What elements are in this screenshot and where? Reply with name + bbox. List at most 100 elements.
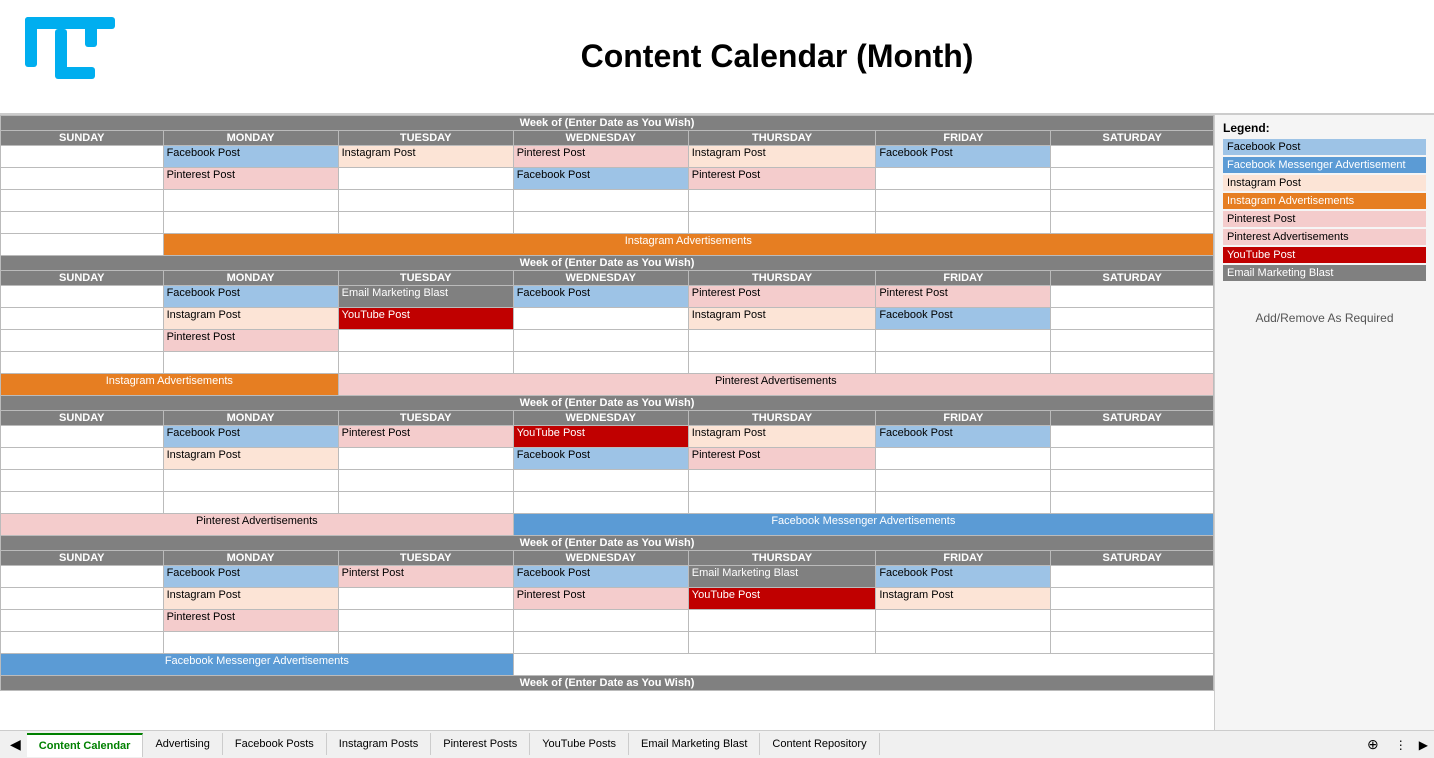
tab-content-repository[interactable]: Content Repository — [760, 733, 879, 755]
calendar-cell[interactable]: Facebook Post — [163, 146, 338, 168]
tab-instagram-posts[interactable]: Instagram Posts — [327, 733, 431, 755]
calendar-cell[interactable] — [338, 190, 513, 212]
calendar-cell[interactable]: Facebook Post — [876, 146, 1051, 168]
calendar-cell[interactable] — [163, 212, 338, 234]
calendar-cell[interactable] — [338, 168, 513, 190]
calendar-cell[interactable] — [876, 330, 1051, 352]
calendar-cell[interactable] — [1, 212, 164, 234]
calendar-cell[interactable] — [688, 330, 876, 352]
calendar-cell[interactable] — [163, 632, 338, 654]
calendar-cell[interactable] — [1051, 566, 1214, 588]
calendar-cell[interactable] — [1, 190, 164, 212]
calendar-cell[interactable] — [1051, 448, 1214, 470]
calendar-cell[interactable] — [338, 330, 513, 352]
tab-add-icon[interactable]: ⊕ — [1357, 731, 1389, 758]
calendar-cell[interactable]: Instagram Post — [338, 146, 513, 168]
calendar-cell[interactable]: YouTube Post — [688, 588, 876, 610]
calendar-cell[interactable] — [338, 492, 513, 514]
calendar-cell[interactable]: Email Marketing Blast — [688, 566, 876, 588]
calendar-cell[interactable]: Facebook Post — [513, 286, 688, 308]
calendar-cell[interactable] — [1, 492, 164, 514]
calendar-cell[interactable] — [876, 212, 1051, 234]
calendar-cell[interactable]: Instagram Post — [163, 588, 338, 610]
calendar-cell[interactable]: Instagram Post — [876, 588, 1051, 610]
calendar-cell[interactable]: Pinterest Post — [338, 426, 513, 448]
calendar-cell[interactable] — [338, 352, 513, 374]
calendar-cell[interactable]: Pinterest Post — [513, 146, 688, 168]
calendar-cell[interactable] — [876, 190, 1051, 212]
calendar-cell[interactable] — [1, 448, 164, 470]
calendar-cell[interactable] — [1, 352, 164, 374]
calendar-cell[interactable] — [1051, 146, 1214, 168]
calendar-cell[interactable]: Pinterest Post — [688, 448, 876, 470]
calendar-cell[interactable] — [1, 610, 164, 632]
calendar-cell[interactable] — [876, 632, 1051, 654]
calendar-cell[interactable] — [688, 632, 876, 654]
calendar-cell[interactable] — [1051, 610, 1214, 632]
calendar-cell[interactable] — [1, 168, 164, 190]
calendar-cell[interactable]: Instagram Post — [163, 308, 338, 330]
calendar-cell[interactable] — [1051, 632, 1214, 654]
tab-email-marketing-blast[interactable]: Email Marketing Blast — [629, 733, 760, 755]
calendar-cell[interactable] — [876, 610, 1051, 632]
calendar-cell[interactable]: Instagram Post — [688, 146, 876, 168]
calendar-cell[interactable] — [163, 492, 338, 514]
calendar-cell[interactable]: Instagram Post — [688, 308, 876, 330]
calendar-cell[interactable]: Email Marketing Blast — [338, 286, 513, 308]
calendar-cell[interactable]: Pinterest Post — [163, 168, 338, 190]
calendar-cell[interactable] — [163, 352, 338, 374]
calendar-cell[interactable]: Facebook Post — [163, 566, 338, 588]
tab-pinterest-posts[interactable]: Pinterest Posts — [431, 733, 530, 755]
calendar-cell[interactable] — [688, 190, 876, 212]
calendar-cell[interactable] — [1, 632, 164, 654]
calendar-cell[interactable]: Instagram Post — [163, 448, 338, 470]
calendar-cell[interactable]: Facebook Post — [876, 426, 1051, 448]
calendar-cell[interactable]: Pinterest Post — [513, 588, 688, 610]
calendar-cell[interactable] — [876, 448, 1051, 470]
calendar-cell[interactable] — [876, 492, 1051, 514]
calendar-cell[interactable] — [1051, 492, 1214, 514]
calendar-cell[interactable] — [338, 448, 513, 470]
calendar-cell[interactable]: Facebook Post — [876, 308, 1051, 330]
calendar-cell[interactable] — [1, 566, 164, 588]
calendar-cell[interactable]: Pinterest Post — [688, 168, 876, 190]
calendar-cell[interactable] — [1, 146, 164, 168]
tab-facebook-posts[interactable]: Facebook Posts — [223, 733, 327, 755]
calendar-cell[interactable]: Pinterest Post — [876, 286, 1051, 308]
calendar-cell[interactable] — [688, 352, 876, 374]
calendar-cell[interactable] — [1051, 190, 1214, 212]
calendar-cell[interactable] — [876, 352, 1051, 374]
calendar-cell[interactable]: Facebook Post — [513, 168, 688, 190]
tab-content-calendar[interactable]: Content Calendar — [27, 733, 144, 757]
tab-youtube-posts[interactable]: YouTube Posts — [530, 733, 629, 755]
calendar-cell[interactable] — [1, 330, 164, 352]
calendar-cell[interactable] — [876, 470, 1051, 492]
calendar-cell[interactable] — [163, 470, 338, 492]
calendar-cell[interactable] — [163, 190, 338, 212]
calendar-cell[interactable] — [688, 212, 876, 234]
calendar-cell[interactable]: Pinterst Post — [338, 566, 513, 588]
calendar-cell[interactable] — [513, 470, 688, 492]
calendar-cell[interactable] — [513, 352, 688, 374]
calendar-cell[interactable]: Facebook Post — [163, 286, 338, 308]
calendar-cell[interactable] — [338, 632, 513, 654]
calendar-cell[interactable]: Instagram Post — [688, 426, 876, 448]
calendar-cell[interactable] — [513, 610, 688, 632]
calendar-cell[interactable]: Facebook Post — [513, 566, 688, 588]
calendar-cell[interactable] — [1051, 286, 1214, 308]
calendar-cell[interactable] — [688, 492, 876, 514]
calendar-cell[interactable]: Facebook Post — [513, 448, 688, 470]
calendar-cell[interactable] — [688, 470, 876, 492]
calendar-cell[interactable] — [338, 212, 513, 234]
calendar-cell[interactable]: YouTube Post — [338, 308, 513, 330]
calendar-cell[interactable] — [513, 492, 688, 514]
tab-advertising[interactable]: Advertising — [143, 733, 222, 755]
calendar-cell[interactable]: YouTube Post — [513, 426, 688, 448]
calendar-cell[interactable] — [1, 588, 164, 610]
calendar-cell[interactable] — [1051, 426, 1214, 448]
calendar-cell[interactable] — [1051, 330, 1214, 352]
calendar-cell[interactable] — [1, 426, 164, 448]
calendar-cell[interactable] — [1051, 588, 1214, 610]
calendar-cell[interactable] — [513, 330, 688, 352]
calendar-cell[interactable]: Pinterest Post — [163, 610, 338, 632]
